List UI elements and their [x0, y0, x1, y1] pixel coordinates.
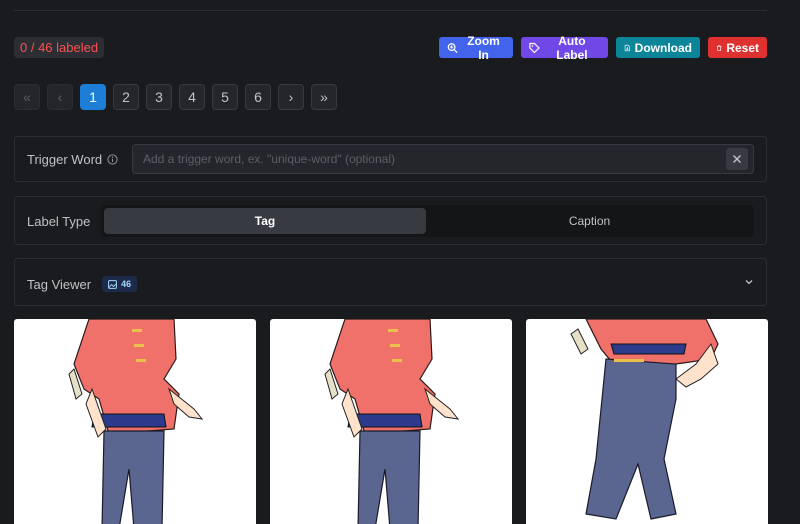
character-image: [68, 319, 204, 524]
chevron-down-icon[interactable]: [744, 277, 754, 287]
image-card[interactable]: [526, 319, 768, 524]
page-button-2[interactable]: 2: [113, 84, 139, 110]
page-button-4[interactable]: 4: [179, 84, 205, 110]
file-download-icon: [624, 44, 630, 51]
tag-icon: [529, 42, 540, 53]
clear-trigger-button[interactable]: [726, 148, 748, 170]
label-type-caption-option[interactable]: Caption: [428, 208, 751, 234]
page-button-3[interactable]: 3: [146, 84, 172, 110]
image-count-value: 46: [121, 279, 132, 289]
page-button-1[interactable]: 1: [80, 84, 106, 110]
download-label: Download: [634, 40, 692, 55]
character-image: [324, 319, 460, 524]
image-card[interactable]: [270, 319, 512, 524]
tag-viewer-label: Tag Viewer: [27, 276, 92, 292]
tag-viewer-panel[interactable]: Tag Viewer 46: [14, 258, 767, 306]
zoom-in-button[interactable]: Zoom In: [439, 34, 513, 62]
image-grid: [14, 319, 768, 524]
image-card[interactable]: [14, 319, 256, 524]
labeled-status-badge: 0 / 46 labeled: [14, 37, 105, 58]
auto-label-label: Auto Label: [556, 33, 588, 62]
character-image: [570, 319, 719, 520]
first-page-button[interactable]: «: [14, 84, 40, 110]
trash-icon: [716, 44, 722, 51]
close-icon: [733, 155, 741, 163]
reset-label: Reset: [726, 40, 759, 55]
tag-viewer-label-group: Tag Viewer 46: [27, 276, 138, 292]
zoom-in-label: Zoom In: [467, 33, 500, 62]
auto-label-button[interactable]: Auto Label: [521, 34, 608, 62]
top-divider: [14, 10, 767, 11]
page-button-6[interactable]: 6: [245, 84, 271, 110]
trigger-word-label: Trigger Word: [27, 152, 103, 167]
trigger-word-input[interactable]: Add a trigger word, ex. "unique-word" (o…: [132, 144, 754, 174]
prev-page-button[interactable]: ‹: [47, 84, 73, 110]
trigger-word-panel: Trigger Word Add a trigger word, ex. "un…: [14, 136, 767, 182]
label-type-tag-option[interactable]: Tag: [104, 208, 426, 234]
next-page-button[interactable]: ›: [278, 84, 304, 110]
zoom-in-icon: [447, 42, 458, 53]
action-toolbar: Zoom In Auto Label Download Reset: [439, 34, 767, 62]
page-button-5[interactable]: 5: [212, 84, 238, 110]
last-page-button[interactable]: »: [311, 84, 337, 110]
info-icon[interactable]: [107, 154, 118, 165]
pagination: « ‹ 1 2 3 4 5 6 › »: [14, 84, 337, 110]
download-button[interactable]: Download: [616, 37, 700, 58]
label-type-segmented-control: Tag Caption: [101, 205, 754, 237]
image-icon: [108, 279, 117, 289]
image-count-badge: 46: [102, 276, 138, 292]
label-type-panel: Label Type Tag Caption: [14, 196, 767, 245]
trigger-word-label-group: Trigger Word: [27, 152, 118, 167]
label-type-label: Label Type: [27, 214, 91, 229]
reset-button[interactable]: Reset: [708, 37, 767, 58]
